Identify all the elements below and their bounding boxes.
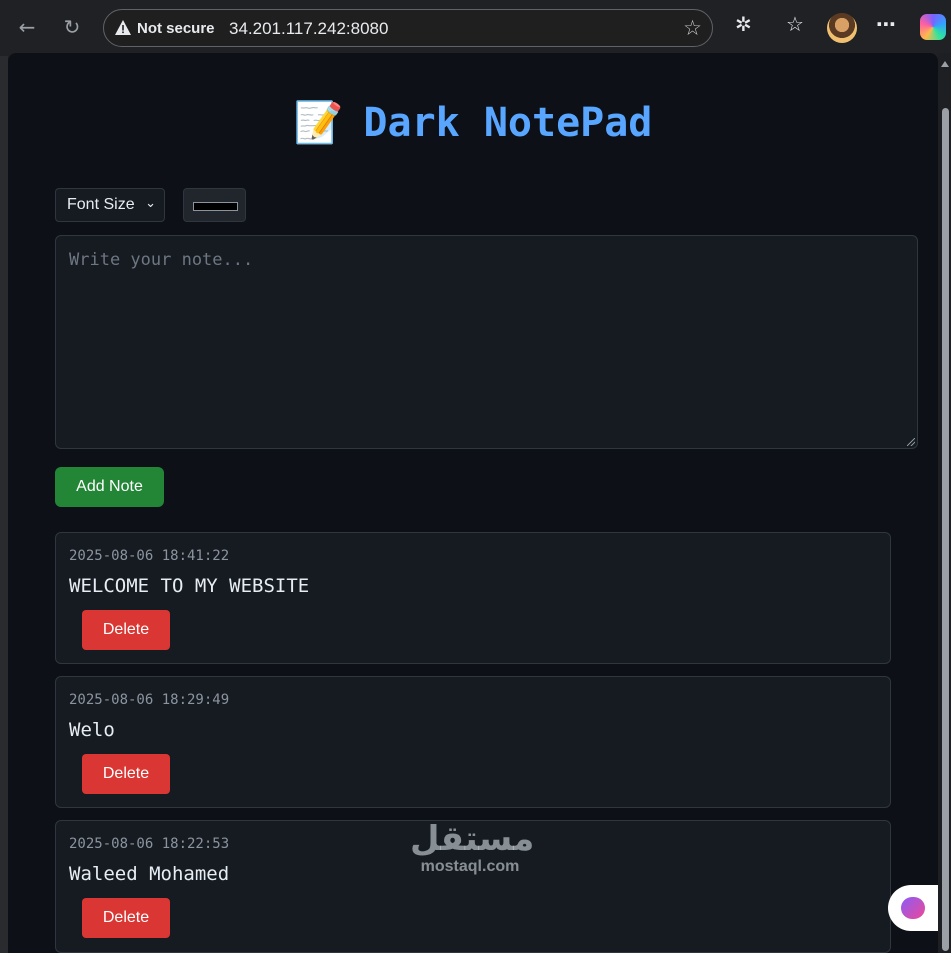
favorites-icon[interactable]: ☆ [786, 12, 804, 36]
url-text[interactable]: 34.201.117.242:8080 [229, 19, 388, 39]
warning-icon[interactable] [114, 19, 132, 37]
mostaql-watermark: مستقل mostaql.com [410, 819, 535, 876]
note-text: Welo [69, 719, 115, 741]
note-timestamp: 2025-08-06 18:29:49 [69, 692, 230, 708]
extensions-icon[interactable]: ✲ [735, 12, 752, 36]
app-title-text: Dark NotePad [363, 100, 653, 146]
note-card: 2025-08-06 18:41:22 WELCOME TO MY WEBSIT… [55, 532, 891, 664]
watermark-arabic: مستقل [410, 819, 535, 859]
watermark-latin: mostaql.com [420, 858, 520, 875]
brain-icon [901, 897, 925, 919]
delete-button[interactable]: Delete [82, 754, 170, 794]
back-icon[interactable]: ← [10, 10, 44, 44]
note-textarea[interactable]: Write your note... [55, 235, 918, 449]
scroll-up-icon[interactable] [941, 61, 949, 67]
side-panel-edge [0, 56, 8, 953]
more-menu-icon[interactable]: ⋯ [876, 12, 896, 36]
assistant-button[interactable] [888, 885, 938, 931]
note-timestamp: 2025-08-06 18:41:22 [69, 548, 230, 564]
bookmark-star-icon[interactable]: ☆ [683, 16, 702, 40]
memo-icon: 📝 [293, 100, 344, 146]
note-text: Waleed Mohamed [69, 863, 230, 885]
browser-toolbar: ← ↻ Not secure 34.201.117.242:8080 ☆ ✲ ☆… [0, 0, 951, 56]
delete-button[interactable]: Delete [82, 610, 170, 650]
add-note-button[interactable]: Add Note [55, 467, 164, 507]
scrollbar-thumb[interactable] [942, 108, 949, 951]
delete-button[interactable]: Delete [82, 898, 170, 938]
resize-handle-icon[interactable] [907, 438, 915, 446]
note-placeholder: Write your note... [69, 250, 254, 270]
note-timestamp: 2025-08-06 18:22:53 [69, 836, 230, 852]
page-scrollbar[interactable] [938, 53, 951, 953]
page-viewport: 📝 Dark NotePad Font Size ⌄ Write your not… [8, 53, 938, 953]
reload-icon[interactable]: ↻ [55, 10, 89, 44]
note-text: WELCOME TO MY WEBSITE [69, 575, 310, 597]
color-swatch [193, 202, 238, 211]
note-card: 2025-08-06 18:29:49 Welo Delete [55, 676, 891, 808]
copilot-icon[interactable] [920, 14, 946, 40]
font-size-select[interactable]: Font Size ⌄ [55, 188, 165, 222]
color-picker[interactable] [183, 188, 246, 222]
page-title: 📝 Dark NotePad [8, 99, 938, 146]
font-size-label: Font Size [67, 196, 135, 213]
address-bar[interactable]: Not secure 34.201.117.242:8080 ☆ [103, 9, 713, 47]
chevron-down-icon: ⌄ [145, 196, 156, 211]
profile-avatar[interactable] [827, 13, 857, 43]
security-label[interactable]: Not secure [137, 20, 215, 37]
